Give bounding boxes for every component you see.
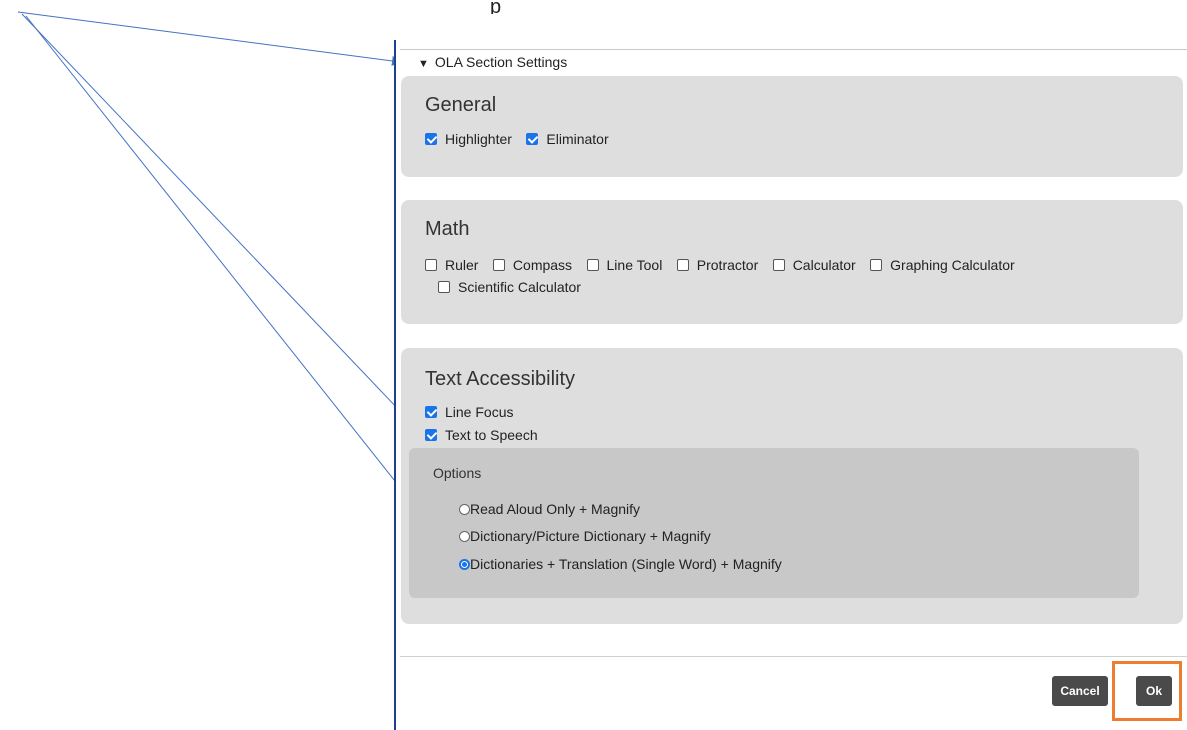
highlighter-checkbox[interactable]: [425, 133, 437, 145]
compass-option[interactable]: Compass: [492, 257, 573, 273]
graphing-calculator-label: Graphing Calculator: [890, 257, 1015, 273]
read-aloud-label: Read Aloud Only + Magnify: [470, 501, 641, 517]
text-to-speech-label: Text to Speech: [445, 427, 538, 443]
text-accessibility-panel: Text Accessibility Line Focus Text to Sp…: [401, 348, 1183, 624]
math-title: Math: [425, 218, 470, 240]
math-tools-row-2: Scientific Calculator: [438, 279, 591, 297]
ok-highlight-box: [1112, 661, 1182, 721]
line-focus-row: Line Focus: [425, 404, 523, 422]
line-focus-option[interactable]: Line Focus: [425, 404, 513, 420]
annotation-arrow-to-section: [17, 11, 402, 66]
math-tools-row: Ruler Compass Line Tool Protractor Calcu…: [425, 257, 1025, 275]
calculator-option[interactable]: Calculator: [772, 257, 856, 273]
translation-option[interactable]: Dictionaries + Translation (Single Word)…: [459, 556, 782, 572]
line-focus-checkbox[interactable]: [425, 406, 437, 418]
ruler-checkbox[interactable]: [425, 259, 437, 271]
translation-radio[interactable]: [459, 559, 470, 570]
math-panel: Math Ruler Compass Line Tool Protractor …: [401, 200, 1183, 324]
line-focus-label: Line Focus: [445, 404, 514, 420]
general-title: General: [425, 94, 497, 116]
scientific-calculator-checkbox[interactable]: [438, 281, 450, 293]
text-to-speech-checkbox[interactable]: [425, 429, 437, 441]
graphing-calculator-checkbox[interactable]: [870, 259, 883, 271]
eliminator-option[interactable]: Eliminator: [526, 131, 609, 147]
highlighter-option[interactable]: Highlighter: [425, 131, 512, 147]
ola-section-settings-toggle[interactable]: ▼ OLA Section Settings: [418, 54, 567, 70]
compass-label: Compass: [512, 257, 573, 273]
translation-label: Dictionaries + Translation (Single Word)…: [470, 556, 782, 572]
dialog-top-divider: [400, 49, 1187, 50]
footer-divider: [400, 656, 1187, 657]
ruler-label: Ruler: [445, 257, 479, 273]
triangle-down-icon: ▼: [418, 58, 429, 70]
protractor-checkbox[interactable]: [676, 259, 689, 271]
general-tools-row: Highlighter Eliminator: [425, 131, 619, 149]
calculator-label: Calculator: [792, 257, 856, 273]
line-tool-option[interactable]: Line Tool: [586, 257, 663, 273]
line-tool-label: Line Tool: [606, 257, 663, 273]
ola-settings-dialog: ▼ OLA Section Settings General Highlighte…: [394, 40, 1187, 730]
text-to-speech-option[interactable]: Text to Speech: [425, 427, 538, 443]
options-label: Options: [433, 465, 482, 481]
read-aloud-radio[interactable]: [459, 504, 470, 515]
cancel-button[interactable]: Cancel: [1052, 676, 1108, 706]
annotation-arrow-to-text-to-speech: [21, 13, 422, 434]
protractor-label: Protractor: [696, 257, 759, 273]
scientific-calculator-label: Scientific Calculator: [458, 279, 581, 295]
compass-checkbox[interactable]: [492, 259, 505, 271]
graphing-calculator-option[interactable]: Graphing Calculator: [870, 257, 1015, 273]
highlighter-label: Highlighter: [445, 131, 512, 147]
dictionary-option[interactable]: Dictionary/Picture Dictionary + Magnify: [459, 528, 711, 544]
eliminator-checkbox[interactable]: [526, 133, 539, 145]
line-tool-checkbox[interactable]: [586, 259, 599, 271]
general-panel: General Highlighter Eliminator: [401, 76, 1183, 177]
protractor-option[interactable]: Protractor: [676, 257, 759, 273]
text-to-speech-row: Text to Speech: [425, 427, 548, 445]
eliminator-label: Eliminator: [546, 131, 609, 147]
tts-options-box: Options Read Aloud Only + Magnify Dictio…: [409, 448, 1139, 598]
read-aloud-option[interactable]: Read Aloud Only + Magnify: [459, 501, 640, 517]
text-accessibility-title: Text Accessibility: [425, 368, 576, 390]
section-title: OLA Section Settings: [434, 54, 568, 70]
scientific-calculator-option[interactable]: Scientific Calculator: [438, 279, 581, 295]
dictionary-radio[interactable]: [459, 531, 470, 542]
cropped-top-text: p: [490, 0, 502, 14]
annotation-arrow-to-translation-option: [25, 15, 458, 560]
ruler-option[interactable]: Ruler: [425, 257, 478, 273]
dictionary-label: Dictionary/Picture Dictionary + Magnify: [470, 528, 711, 544]
calculator-checkbox[interactable]: [772, 259, 785, 271]
